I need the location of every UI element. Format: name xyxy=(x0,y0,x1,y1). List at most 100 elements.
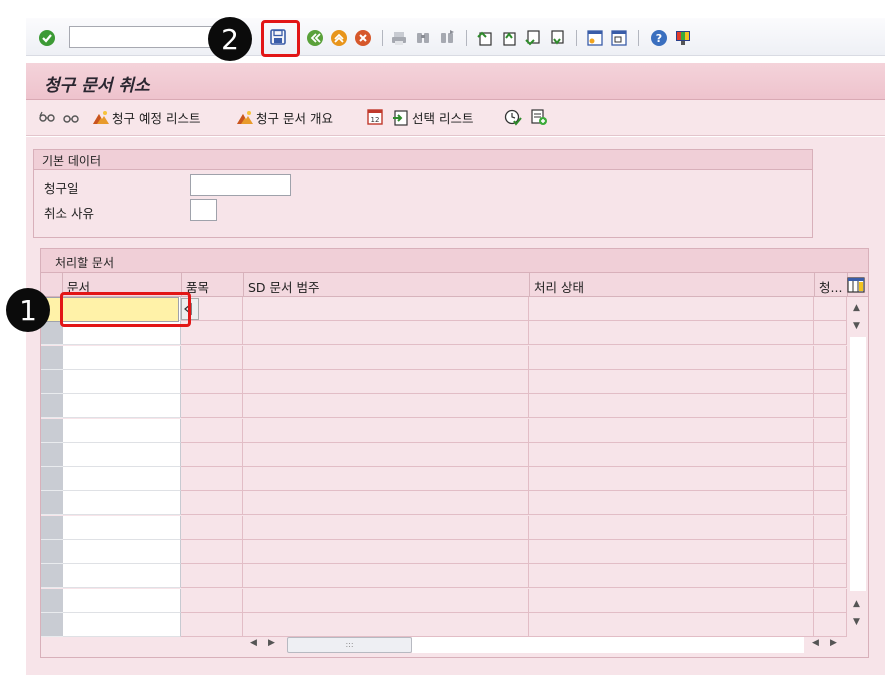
cell-item[interactable] xyxy=(182,491,243,516)
cell-item[interactable] xyxy=(182,418,243,443)
cell-processing-status[interactable] xyxy=(530,321,814,346)
cell-processing-status[interactable] xyxy=(530,612,814,637)
cell-item[interactable] xyxy=(182,345,243,370)
cell-truncated[interactable] xyxy=(815,345,847,370)
cell-item[interactable] xyxy=(182,369,243,394)
row-selector[interactable] xyxy=(41,442,63,467)
cell-truncated[interactable] xyxy=(815,540,847,564)
cell-truncated[interactable] xyxy=(815,442,847,467)
create-session-icon[interactable] xyxy=(586,29,604,47)
cell-truncated[interactable] xyxy=(815,297,847,321)
cell-document[interactable] xyxy=(63,467,181,492)
selection-list-button[interactable]: 선택 리스트 xyxy=(392,108,473,127)
billing-doc-overview-button[interactable]: 청구 문서 개요 xyxy=(236,108,333,127)
previous-page-icon[interactable] xyxy=(500,29,518,47)
row-selector[interactable] xyxy=(41,540,63,564)
scroll-right-arrow-right[interactable]: ▶ xyxy=(830,638,837,648)
row-selector[interactable] xyxy=(41,394,63,419)
last-page-icon[interactable] xyxy=(548,29,566,47)
cell-sd-category[interactable] xyxy=(244,321,529,346)
billing-due-list-button[interactable]: 청구 예정 리스트 xyxy=(92,108,200,127)
execute-button[interactable] xyxy=(504,108,522,126)
next-page-icon[interactable] xyxy=(524,29,542,47)
cell-processing-status[interactable] xyxy=(530,297,814,321)
cell-sd-category[interactable] xyxy=(244,467,529,492)
cell-document[interactable] xyxy=(63,612,181,637)
cell-item[interactable] xyxy=(182,394,243,419)
scroll-up-arrow-bottom[interactable]: ▲ xyxy=(853,599,860,609)
cell-document[interactable] xyxy=(63,491,181,516)
enter-icon[interactable] xyxy=(38,29,56,47)
table-settings-icon[interactable] xyxy=(847,276,865,294)
cell-sd-category[interactable] xyxy=(244,612,529,637)
cell-sd-category[interactable] xyxy=(244,297,529,321)
cell-sd-category[interactable] xyxy=(244,564,529,589)
cell-sd-category[interactable] xyxy=(244,442,529,467)
cell-item[interactable] xyxy=(182,612,243,637)
cell-item[interactable] xyxy=(182,321,243,346)
cell-truncated[interactable] xyxy=(815,588,847,613)
cell-truncated[interactable] xyxy=(815,612,847,637)
vertical-scroll-track[interactable] xyxy=(850,337,866,591)
cell-processing-status[interactable] xyxy=(530,369,814,394)
horizontal-scroll-track[interactable] xyxy=(412,637,804,653)
cell-document[interactable] xyxy=(63,369,181,394)
scroll-down-arrow[interactable]: ▼ xyxy=(853,321,860,331)
cell-sd-category[interactable] xyxy=(244,540,529,564)
cancel-icon[interactable] xyxy=(354,29,372,47)
cell-item[interactable] xyxy=(182,442,243,467)
cell-document[interactable] xyxy=(63,540,181,564)
cell-processing-status[interactable] xyxy=(530,467,814,492)
cell-truncated[interactable] xyxy=(815,515,847,540)
row-selector[interactable] xyxy=(41,467,63,492)
row-selector[interactable] xyxy=(41,345,63,370)
calendar-button[interactable]: 12 xyxy=(366,108,384,126)
scroll-down-arrow-bottom[interactable]: ▼ xyxy=(853,617,860,627)
row-selector[interactable] xyxy=(41,564,63,589)
cell-processing-status[interactable] xyxy=(530,418,814,443)
display-log-button[interactable] xyxy=(62,108,80,126)
cancel-reason-field[interactable] xyxy=(190,199,217,221)
cell-truncated[interactable] xyxy=(815,418,847,443)
cell-processing-status[interactable] xyxy=(530,540,814,564)
help-icon[interactable]: ? xyxy=(650,29,668,47)
cell-truncated[interactable] xyxy=(815,467,847,492)
customize-layout-icon[interactable] xyxy=(674,29,692,47)
cell-item[interactable] xyxy=(182,588,243,613)
cell-document[interactable] xyxy=(63,418,181,443)
cell-processing-status[interactable] xyxy=(530,394,814,419)
horizontal-scroll-thumb[interactable]: ::: xyxy=(287,637,412,653)
find-next-icon[interactable] xyxy=(438,29,456,47)
exit-icon[interactable] xyxy=(330,29,348,47)
cell-sd-category[interactable] xyxy=(244,418,529,443)
cell-processing-status[interactable] xyxy=(530,564,814,589)
cell-sd-category[interactable] xyxy=(244,491,529,516)
cell-sd-category[interactable] xyxy=(244,369,529,394)
add-document-button[interactable] xyxy=(530,108,548,126)
cell-truncated[interactable] xyxy=(815,394,847,419)
cell-processing-status[interactable] xyxy=(530,442,814,467)
cell-item[interactable] xyxy=(182,515,243,540)
scroll-left-arrow-right[interactable]: ◀ xyxy=(812,638,819,648)
scroll-up-arrow[interactable]: ▲ xyxy=(853,303,860,313)
row-selector[interactable] xyxy=(41,612,63,637)
row-selector[interactable] xyxy=(41,515,63,540)
column-header-item[interactable]: 품목 xyxy=(182,273,244,297)
cell-document[interactable] xyxy=(63,442,181,467)
billing-date-field[interactable] xyxy=(190,174,291,196)
cell-document[interactable] xyxy=(63,515,181,540)
create-shortcut-icon[interactable] xyxy=(610,29,628,47)
cell-document[interactable] xyxy=(63,345,181,370)
cell-item[interactable] xyxy=(182,564,243,589)
cell-document[interactable] xyxy=(63,394,181,419)
column-header-processing-status[interactable]: 처리 상태 xyxy=(530,273,815,297)
back-icon[interactable] xyxy=(306,29,324,47)
cell-sd-category[interactable] xyxy=(244,515,529,540)
row-selector[interactable] xyxy=(41,491,63,516)
horizontal-scrollbar[interactable]: ◀ ▶ ::: ◀ ▶ xyxy=(244,636,847,654)
scroll-right-arrow[interactable]: ▶ xyxy=(268,638,275,648)
cell-sd-category[interactable] xyxy=(244,394,529,419)
scroll-left-arrow[interactable]: ◀ xyxy=(250,638,257,648)
first-page-icon[interactable] xyxy=(476,29,494,47)
cell-truncated[interactable] xyxy=(815,369,847,394)
